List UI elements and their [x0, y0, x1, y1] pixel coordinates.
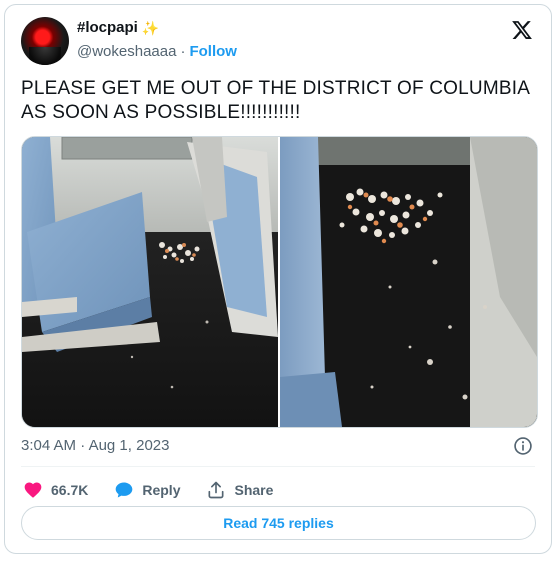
- photo-train-seats-illustration: [22, 137, 278, 427]
- share-upload-icon: [208, 481, 224, 499]
- author-handle[interactable]: @wokeshaaaa: [77, 43, 176, 60]
- photo-floor-debris-illustration: [280, 137, 537, 427]
- avatar[interactable]: [21, 17, 69, 65]
- tweet-actions: 66.7K Reply Share: [23, 475, 299, 505]
- author-name-row: #locpapi ✨: [77, 19, 159, 36]
- photo-train-seats[interactable]: [22, 137, 278, 427]
- like-button[interactable]: 66.7K: [23, 480, 88, 500]
- tweet-date: Aug 1, 2023: [88, 437, 170, 454]
- heart-icon: [24, 482, 42, 498]
- star-icon: ✨: [141, 19, 160, 36]
- tweet-text: PLEASE GET ME OUT OF THE DISTRICT OF COL…: [21, 78, 530, 123]
- share-label: Share: [234, 482, 274, 498]
- author-handle-row: @wokeshaaaa · Follow: [77, 43, 237, 60]
- follow-button[interactable]: Follow: [189, 43, 237, 60]
- read-replies-button[interactable]: Read 745 replies: [21, 506, 536, 540]
- info-icon[interactable]: [513, 436, 533, 456]
- photo-floor-debris[interactable]: [280, 137, 537, 427]
- reply-button[interactable]: Reply: [114, 480, 180, 500]
- actions-divider: [21, 466, 535, 467]
- tweet-timestamp[interactable]: 3:04 AM · Aug 1, 2023: [21, 437, 169, 454]
- tweet-card: #locpapi ✨ @wokeshaaaa · Follow PLEASE G…: [4, 4, 552, 554]
- handle-separator: ·: [180, 43, 186, 60]
- share-button[interactable]: Share: [206, 480, 273, 500]
- author-display-name[interactable]: #locpapi: [77, 19, 138, 36]
- like-count: 66.7K: [51, 482, 89, 498]
- x-logo-icon[interactable]: [511, 19, 533, 41]
- timestamp-separator: ·: [80, 437, 86, 454]
- tweet-media[interactable]: [21, 136, 538, 428]
- tweet-time: 3:04 AM: [21, 437, 77, 454]
- reply-label: Reply: [142, 482, 181, 498]
- speech-bubble-icon: [116, 482, 133, 498]
